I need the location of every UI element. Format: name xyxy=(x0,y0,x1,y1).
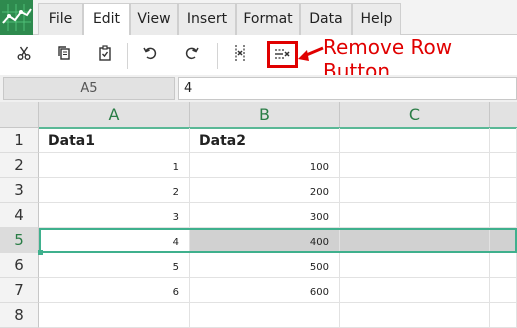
row-header-5[interactable]: 5 xyxy=(0,228,39,253)
cell-a6[interactable]: 5 xyxy=(39,253,190,278)
column-header-c[interactable]: C xyxy=(340,102,490,128)
paste-icon xyxy=(99,45,111,61)
cell-b4[interactable]: 300 xyxy=(190,203,340,228)
paste-button[interactable] xyxy=(91,40,119,66)
cell-d2[interactable] xyxy=(490,153,517,178)
cell-c7[interactable] xyxy=(340,278,490,303)
row-header-3[interactable]: 3 xyxy=(0,178,39,203)
redo-icon xyxy=(185,47,199,60)
cell-c8[interactable] xyxy=(340,303,490,328)
remove-column-icon xyxy=(235,45,245,61)
tab-format[interactable]: Format xyxy=(236,3,300,35)
redo-button[interactable] xyxy=(178,40,206,66)
cell-c4[interactable] xyxy=(340,203,490,228)
row-header-4[interactable]: 4 xyxy=(0,203,39,228)
copy-button[interactable] xyxy=(50,40,78,66)
logo-chart-icon xyxy=(2,4,32,31)
cell-b1[interactable]: Data2 xyxy=(190,128,340,153)
row-header-2[interactable]: 2 xyxy=(0,153,39,178)
name-box[interactable]: A5 xyxy=(3,77,175,100)
tab-view[interactable]: View xyxy=(130,3,178,35)
remove-row-highlight xyxy=(267,41,298,68)
row-header-1[interactable]: 1 xyxy=(0,128,39,153)
selection-fill-handle[interactable] xyxy=(38,250,43,255)
tab-edit[interactable]: Edit xyxy=(83,3,130,36)
tab-data[interactable]: Data xyxy=(300,3,352,35)
cell-b8[interactable] xyxy=(190,303,340,328)
cell-a1[interactable]: Data1 xyxy=(39,128,190,153)
toolbar-separator xyxy=(127,43,128,69)
select-all-corner[interactable] xyxy=(0,102,39,128)
cell-c1[interactable] xyxy=(340,128,490,153)
cell-d1[interactable] xyxy=(490,128,517,153)
cell-d4[interactable] xyxy=(490,203,517,228)
cell-d8[interactable] xyxy=(490,303,517,328)
cell-a3[interactable]: 2 xyxy=(39,178,190,203)
cell-d3[interactable] xyxy=(490,178,517,203)
formula-input[interactable]: 4 xyxy=(178,77,517,100)
cell-a7[interactable]: 6 xyxy=(39,278,190,303)
cell-b3[interactable]: 200 xyxy=(190,178,340,203)
cell-d6[interactable] xyxy=(490,253,517,278)
cell-a4[interactable]: 3 xyxy=(39,203,190,228)
selected-row-outline xyxy=(39,228,517,253)
cut-button[interactable] xyxy=(10,40,38,66)
tab-insert[interactable]: Insert xyxy=(178,3,236,35)
column-header-b[interactable]: B xyxy=(190,102,340,128)
annotation-line1: Remove Row xyxy=(323,35,453,59)
cell-c3[interactable] xyxy=(340,178,490,203)
cell-b2[interactable]: 100 xyxy=(190,153,340,178)
row-header-6[interactable]: 6 xyxy=(0,253,39,278)
row-header-8[interactable]: 8 xyxy=(0,303,39,328)
undo-icon xyxy=(143,47,157,60)
tab-file[interactable]: File xyxy=(38,3,83,35)
row-header-7[interactable]: 7 xyxy=(0,278,39,303)
column-header-a[interactable]: A xyxy=(39,102,190,128)
remove-column-button[interactable] xyxy=(226,40,254,66)
cell-a8[interactable] xyxy=(39,303,190,328)
cell-c6[interactable] xyxy=(340,253,490,278)
cell-b6[interactable]: 500 xyxy=(190,253,340,278)
undo-button[interactable] xyxy=(136,40,164,66)
toolbar-separator xyxy=(217,43,218,69)
cell-c2[interactable] xyxy=(340,153,490,178)
tab-help[interactable]: Help xyxy=(352,3,401,35)
cell-d7[interactable] xyxy=(490,278,517,303)
column-header-d[interactable] xyxy=(490,102,517,128)
cell-a2[interactable]: 1 xyxy=(39,153,190,178)
annotation-arrow-icon xyxy=(298,46,324,61)
cut-icon xyxy=(17,46,31,60)
app-logo xyxy=(0,0,33,35)
copy-icon xyxy=(58,46,70,60)
cell-b7[interactable]: 600 xyxy=(190,278,340,303)
